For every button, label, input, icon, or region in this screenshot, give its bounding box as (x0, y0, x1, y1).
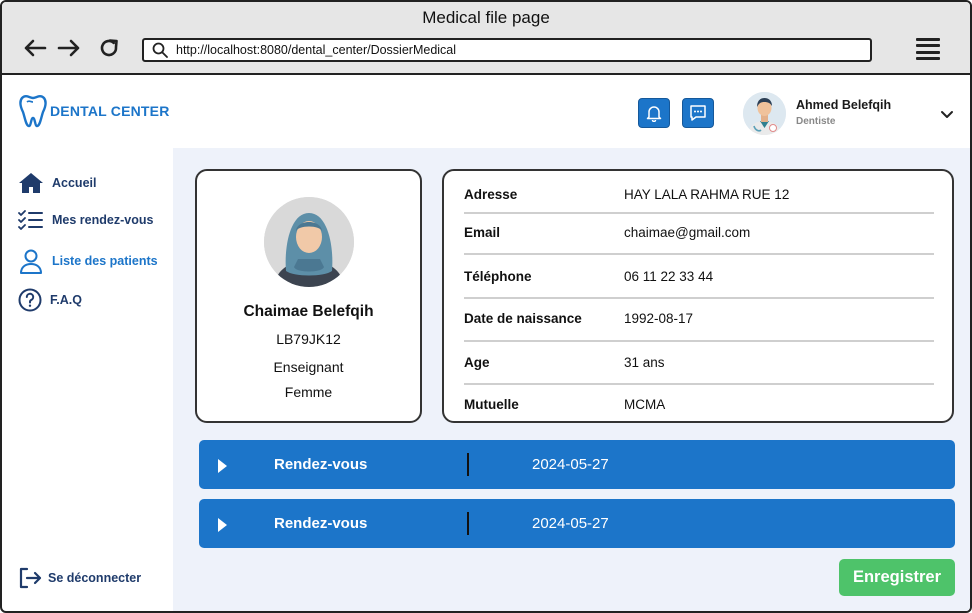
patient-id: LB79JK12 (276, 331, 341, 347)
patient-details-card: Adresse HAY LALA RAHMA RUE 12 Email chai… (442, 169, 954, 423)
detail-label: Age (464, 354, 490, 370)
detail-label: Téléphone (464, 268, 532, 284)
logo[interactable]: DENTAL CENTER (18, 92, 170, 130)
url-text: http://localhost:8080/dental_center/Doss… (176, 43, 457, 57)
appointment-title: Rendez-vous (274, 456, 368, 473)
detail-label: Email (464, 224, 501, 240)
sidebar-item-label: F.A.Q (50, 293, 82, 307)
detail-row-mutuelle: Mutuelle MCMA (464, 384, 934, 424)
detail-value: 06 11 22 33 44 (624, 268, 714, 284)
patient-profile-card: Chaimae Belefqih LB79JK12 Enseignant Fem… (195, 169, 422, 423)
detail-row-email: Email chaimae@gmail.com (464, 212, 934, 252)
address-bar[interactable]: http://localhost:8080/dental_center/Doss… (142, 38, 872, 62)
detail-value: chaimae@gmail.com (624, 224, 751, 240)
sidebar-item-patients[interactable]: Liste des patients (18, 248, 158, 274)
logout-icon (19, 567, 42, 589)
sidebar-item-accueil[interactable]: Accueil (18, 172, 96, 194)
appointment-accordion[interactable]: Rendez-vous 2024-05-27 (199, 499, 955, 548)
checklist-icon (18, 210, 43, 230)
home-icon (19, 173, 43, 193)
detail-row-date-naissance: Date de naissance 1992-08-17 (464, 298, 934, 338)
tooth-logo-icon (19, 95, 47, 128)
sidebar-item-rendez-vous[interactable]: Mes rendez-vous (18, 209, 153, 231)
browser-chrome: Medical file page http://localhost:8080/… (2, 2, 970, 75)
save-button[interactable]: Enregistrer (839, 559, 955, 596)
detail-row-adresse: Adresse HAY LALA RAHMA RUE 12 (464, 174, 934, 214)
logout-button[interactable]: Se déconnecter (18, 567, 141, 589)
user-name: Ahmed Belefqih (796, 98, 892, 112)
patient-name: Chaimae Belefqih (243, 303, 374, 320)
chevron-down-icon[interactable] (939, 106, 955, 122)
expand-arrow-icon[interactable] (218, 459, 227, 473)
back-arrow-icon[interactable] (22, 35, 48, 61)
reload-icon[interactable] (96, 35, 122, 61)
detail-label: Date de naissance (464, 310, 582, 326)
user-icon (20, 249, 42, 274)
patient-profession: Enseignant (273, 359, 344, 375)
appointment-date: 2024-05-27 (532, 456, 609, 473)
forward-arrow-icon[interactable] (56, 35, 82, 61)
detail-value: 31 ans (624, 354, 665, 370)
detail-label: Adresse (464, 186, 518, 202)
notification-button[interactable] (638, 98, 670, 128)
detail-value: HAY LALA RAHMA RUE 12 (624, 186, 790, 202)
sidebar-item-faq[interactable]: F.A.Q (18, 288, 82, 312)
chat-icon (690, 105, 706, 121)
detail-row-age: Age 31 ans (464, 342, 934, 382)
detail-value: 1992-08-17 (624, 310, 694, 326)
divider (467, 512, 469, 535)
sidebar-item-label: Mes rendez-vous (52, 213, 154, 227)
avatar[interactable] (743, 92, 786, 135)
detail-label: Mutuelle (464, 396, 519, 412)
detail-value: MCMA (624, 396, 666, 412)
appointment-date: 2024-05-27 (532, 515, 609, 532)
patient-photo (264, 197, 354, 287)
sidebar-item-label: Accueil (52, 176, 97, 190)
logout-label: Se déconnecter (48, 571, 142, 585)
window-title: Medical file page (422, 8, 550, 27)
sidebar-item-label: Liste des patients (52, 254, 158, 268)
app-window: Medical file page http://localhost:8080/… (0, 0, 972, 613)
help-icon (18, 288, 42, 312)
messages-button[interactable] (682, 98, 714, 128)
user-role: Dentiste (796, 116, 836, 127)
search-icon (152, 42, 168, 58)
divider (467, 453, 469, 476)
expand-arrow-icon[interactable] (218, 518, 227, 532)
divider (464, 253, 934, 255)
appointment-accordion[interactable]: Rendez-vous 2024-05-27 (199, 440, 955, 489)
patient-gender: Femme (284, 384, 333, 400)
logo-text: DENTAL CENTER (50, 103, 170, 119)
appointment-title: Rendez-vous (274, 515, 368, 532)
bell-icon (646, 106, 662, 122)
hamburger-menu-icon[interactable] (914, 36, 942, 62)
detail-row-telephone: Téléphone 06 11 22 33 44 (464, 256, 934, 296)
